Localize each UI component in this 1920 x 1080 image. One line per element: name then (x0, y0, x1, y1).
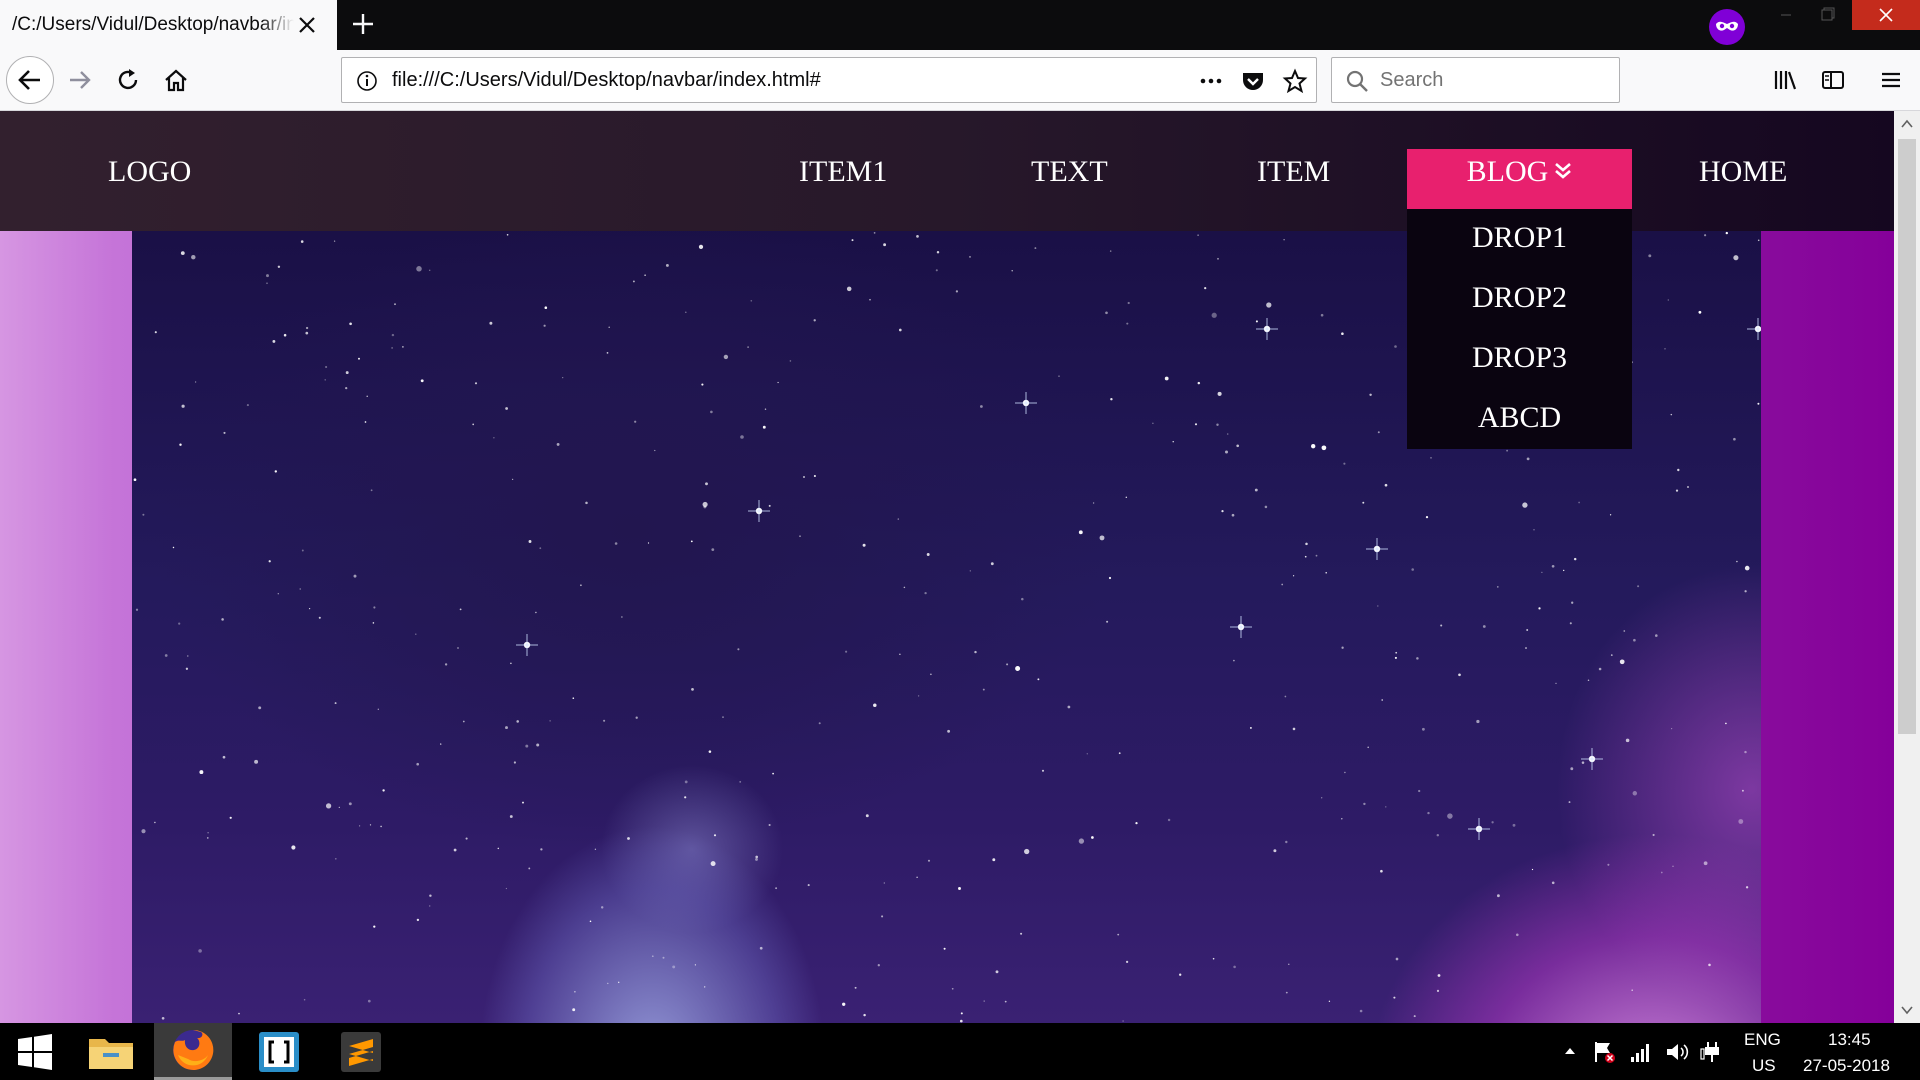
plus-icon[interactable] (348, 9, 378, 39)
library-icon (1774, 71, 1797, 90)
site-logo[interactable]: LOGO (108, 155, 191, 189)
brackets-icon (259, 1031, 299, 1072)
close-icon[interactable] (295, 13, 319, 37)
library-button[interactable] (1767, 62, 1803, 98)
navigation-toolbar: file:///C:/Users/Vidul/Desktop/navbar/in… (0, 50, 1920, 111)
nav-home[interactable]: HOME (1699, 155, 1787, 189)
tab-strip: /C:/Users/Vidul/Desktop/navbar/index.htm… (0, 0, 1920, 50)
taskbar-sublime[interactable] (322, 1023, 400, 1080)
url-bar[interactable]: file:///C:/Users/Vidul/Desktop/navbar/in… (341, 57, 1317, 103)
forward-icon (70, 71, 91, 89)
home-icon (165, 69, 187, 92)
browser-tab[interactable]: /C:/Users/Vidul/Desktop/navbar/index.htm… (0, 0, 337, 50)
volume-icon[interactable] (1664, 1040, 1690, 1064)
sidebar-icon (1822, 71, 1844, 89)
nav-item[interactable]: ITEM (1257, 155, 1330, 189)
scroll-down-icon[interactable] (1901, 1004, 1913, 1016)
star-icon[interactable] (1282, 68, 1308, 94)
info-icon[interactable] (354, 68, 380, 94)
network-icon[interactable] (1630, 1041, 1652, 1063)
menu-icon (1882, 72, 1900, 88)
menu-button[interactable] (1873, 62, 1909, 98)
reload-icon (118, 69, 138, 90)
action-center-flag-icon[interactable] (1592, 1040, 1616, 1064)
nav-blog[interactable]: BLOG (1407, 149, 1632, 209)
dropdown-item-abcd[interactable]: ABCD (1407, 401, 1632, 435)
taskbar-brackets[interactable] (240, 1023, 318, 1080)
taskbar: ENG US 13:45 27-05-2018 (0, 1023, 1920, 1080)
scrollbar-thumb[interactable] (1898, 139, 1916, 734)
show-hidden-icons-icon[interactable] (1563, 1044, 1577, 1058)
more-icon[interactable] (1198, 68, 1224, 94)
sidebar-button[interactable] (1815, 62, 1851, 98)
pocket-icon[interactable] (1240, 68, 1266, 94)
nav-blog-label: BLOG (1466, 155, 1549, 188)
taskbar-firefox[interactable] (154, 1023, 232, 1080)
start-button[interactable] (0, 1023, 70, 1080)
page-viewport: LOGO ITEM1 TEXT ITEM BLOG HOME DROP1 DRO… (0, 111, 1894, 1023)
tab-title: /C:/Users/Vidul/Desktop/navbar/index.htm… (12, 14, 294, 35)
vertical-scrollbar[interactable] (1894, 111, 1920, 1023)
dropdown-item-drop2[interactable]: DROP2 (1407, 281, 1632, 315)
forward-button[interactable] (62, 62, 98, 98)
restore-icon[interactable] (1805, 0, 1851, 30)
blog-dropdown: DROP1 DROP2 DROP3 ABCD (1407, 209, 1632, 449)
region-indicator[interactable]: US (1752, 1056, 1776, 1076)
sublime-icon (341, 1031, 381, 1072)
clock-date[interactable]: 27-05-2018 (1803, 1056, 1890, 1076)
search-input[interactable] (1380, 66, 1610, 94)
dropdown-item-drop1[interactable]: DROP1 (1407, 221, 1632, 255)
back-button[interactable] (6, 56, 54, 104)
taskbar-file-explorer[interactable] (72, 1023, 150, 1080)
window-close-button[interactable] (1852, 0, 1920, 30)
minimize-icon[interactable] (1763, 0, 1809, 30)
power-icon[interactable] (1699, 1039, 1725, 1065)
nav-text[interactable]: TEXT (1031, 155, 1108, 189)
double-chevron-down-icon (1555, 163, 1572, 179)
file-explorer-icon (89, 1038, 133, 1069)
windows-icon (18, 1033, 52, 1070)
dropdown-item-drop3[interactable]: DROP3 (1407, 341, 1632, 375)
reload-button[interactable] (110, 62, 146, 98)
back-icon (18, 70, 40, 90)
home-button[interactable] (158, 62, 194, 98)
url-text[interactable]: file:///C:/Users/Vidul/Desktop/navbar/in… (392, 69, 821, 92)
search-bar[interactable] (1331, 57, 1620, 103)
scroll-up-icon[interactable] (1901, 118, 1913, 130)
firefox-icon (173, 1029, 214, 1070)
search-icon (1346, 70, 1368, 92)
nav-item1[interactable]: ITEM1 (799, 155, 887, 189)
language-indicator[interactable]: ENG (1744, 1030, 1781, 1050)
private-browsing-icon (1709, 9, 1745, 45)
clock-time[interactable]: 13:45 (1828, 1030, 1871, 1050)
